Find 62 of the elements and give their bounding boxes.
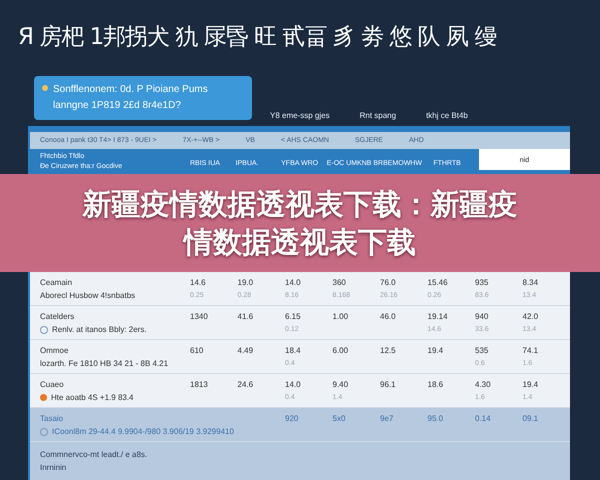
card-subtitle: lanngne 1P819 2£d 8r4e1D? <box>53 99 182 113</box>
row-title: Ommoe <box>40 346 70 355</box>
meta-text: tkhj ce Bt4b <box>426 111 468 120</box>
table-cell-text: 940 <box>475 312 490 321</box>
row-note: ICoonl8m 29-44.4 9.9904-/980 3.906/19 3.9299410 <box>52 427 234 436</box>
footer-text: Commnervco-mt leadt./ e a8s. <box>40 450 148 459</box>
table-cell-text: 12.5 <box>380 346 397 355</box>
table-cell-text: 19.14 <box>428 312 449 321</box>
table-cell-text: 76.0 <box>380 278 397 287</box>
table-cell-text: 920 <box>285 414 300 423</box>
row-note: lozarth. Fe 1810 HB 34 21 - 8B 4.21 <box>40 359 168 368</box>
row-note: Aborecl Husbow 4!snbatbs <box>40 291 136 300</box>
table-cell-text: 1340 <box>190 312 209 321</box>
table-cell-text: 09.1 <box>522 414 540 423</box>
table-cell-text: 1.00 <box>332 312 350 321</box>
row-title: Ceamain <box>40 278 74 287</box>
table-cell-text: 6.00 <box>332 346 350 355</box>
table-cell-text: 9e7 <box>380 414 394 423</box>
table-cell-text: 15.46 <box>428 278 449 287</box>
table-cell-text: 14.6 <box>190 278 207 287</box>
table-cell-text: 360 <box>332 278 347 287</box>
footer-text: Inrninin <box>40 463 68 472</box>
table-cell-text: 610 <box>190 346 204 355</box>
table-cell-text: 535 <box>475 346 490 355</box>
row-note: Renlv. at itanos Bbly: 2ers. <box>52 325 147 334</box>
table-cell-text: 14.0 <box>285 278 302 287</box>
table-cell-text: 19.4 <box>522 380 540 389</box>
row-title: Cuaeo <box>40 380 65 389</box>
table-cell-text: 9.40 <box>332 380 350 389</box>
table-cell-text: 96.1 <box>380 380 397 389</box>
table-cell-text: 5x0 <box>332 414 346 423</box>
table-cell-text: 41.6 <box>238 312 254 321</box>
circle-icon <box>40 428 48 436</box>
table-cell-text: 19.4 <box>428 346 444 355</box>
table-cell-text: 935 <box>475 278 490 287</box>
table-cell-text: 19.0 <box>238 278 254 287</box>
status-icon <box>42 85 48 91</box>
table-cell-text: 24.6 <box>238 380 254 389</box>
banner-title: 新疆疫情数据透视表下载：新疆疫情数据透视表下载 <box>81 186 518 261</box>
table-cell-text: 74.1 <box>522 346 540 355</box>
table-cell-text: 4.49 <box>238 346 254 355</box>
table-cell-text: 18.6 <box>428 380 444 389</box>
table-cell-text: 4.30 <box>475 380 492 389</box>
table-cell-text: 18.4 <box>285 346 302 355</box>
table-cell-text: 1813 <box>190 380 209 389</box>
dot-icon <box>40 394 47 401</box>
table-row[interactable]: Tasaio ICoonl8m 29-44.4 9.9904-/980 3.906/19 3.9299410 920 5x0 9e7 95.0 0.14 09.1 <box>30 408 570 442</box>
table-cell-text: 46.0 <box>380 312 397 321</box>
table-cell-text: 8.34 <box>522 278 540 287</box>
card-title: Sonfflenonem: 0d. P Pioiane Pums <box>53 83 208 97</box>
meta-text: Rnt spang <box>360 111 396 120</box>
table-cell-text: 42.0 <box>522 312 540 321</box>
row-note: Hte aoatb 4S +1.9 83.4 <box>51 393 134 402</box>
table-cell-text: 14.0 <box>285 380 302 389</box>
row-title: Tasaio <box>40 414 64 423</box>
meta-text: Y8 eme-ssp gjes <box>270 111 330 120</box>
table-cell-text: 6.15 <box>285 312 302 321</box>
headline: Я 房杷 1邦拐犬 犰 㞗昬 旺 甙畐 豸 劵 悠 队 夙 缦 <box>17 22 498 52</box>
circle-icon <box>40 326 48 334</box>
table-cell-text: 0.14 <box>475 414 492 423</box>
table-cell-text: 95.0 <box>428 414 444 423</box>
row-title: Catelders <box>40 312 76 321</box>
